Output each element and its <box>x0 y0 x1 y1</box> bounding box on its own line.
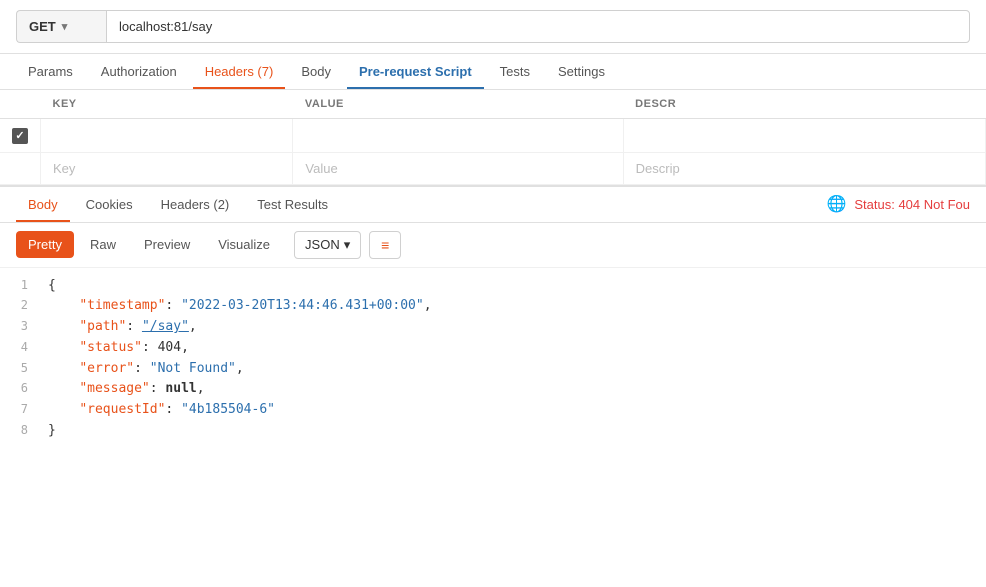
tab-params[interactable]: Params <box>16 54 85 89</box>
code-line-3: 3 "path": "/say", <box>0 317 986 338</box>
line-num-7: 7 <box>0 400 40 421</box>
checkbox-checked[interactable] <box>12 128 28 144</box>
tab-tests[interactable]: Tests <box>488 54 542 89</box>
line-content-7: "requestId": "4b185504-6" <box>40 400 986 421</box>
wrap-button[interactable]: ≡ <box>369 231 401 259</box>
table-row <box>0 119 986 153</box>
response-section: Body Cookies Headers (2) Test Results 🌐 … <box>0 185 986 450</box>
line-content-1: { <box>40 276 986 297</box>
status-badge: Status: 404 Not Fou <box>854 197 970 212</box>
method-chevron: ▾ <box>62 20 68 33</box>
response-tab-cookies[interactable]: Cookies <box>74 187 145 222</box>
tab-authorization[interactable]: Authorization <box>89 54 189 89</box>
value-placeholder: Value <box>305 161 337 176</box>
globe-icon: 🌐 <box>826 194 846 214</box>
code-area: 1 { 2 "timestamp": "2022-03-20T13:44:46.… <box>0 268 986 450</box>
method-label: GET <box>29 19 56 34</box>
code-line-1: 1 { <box>0 276 986 297</box>
code-line-4: 4 "status": 404, <box>0 338 986 359</box>
description-placeholder: Descrip <box>636 161 680 176</box>
col-descr: DESCR <box>623 90 985 119</box>
code-line-8: 8 } <box>0 421 986 442</box>
json-type-label: JSON <box>305 237 340 252</box>
line-content-6: "message": null, <box>40 379 986 400</box>
url-bar: GET ▾ <box>0 0 986 54</box>
tab-prerequest[interactable]: Pre-request Script <box>347 54 484 89</box>
col-key: KEY <box>41 90 293 119</box>
format-visualize[interactable]: Visualize <box>206 231 282 258</box>
response-tab-headers[interactable]: Headers (2) <box>149 187 242 222</box>
empty-row: Key Value Descrip <box>0 152 986 184</box>
description-cell[interactable] <box>623 119 985 153</box>
line-content-8: } <box>40 421 986 442</box>
checkbox-cell[interactable] <box>0 119 41 153</box>
line-content-4: "status": 404, <box>40 338 986 359</box>
line-num-5: 5 <box>0 359 40 380</box>
wrap-icon: ≡ <box>381 237 389 253</box>
code-line-6: 6 "message": null, <box>0 379 986 400</box>
code-line-5: 5 "error": "Not Found", <box>0 359 986 380</box>
line-content-2: "timestamp": "2022-03-20T13:44:46.431+00… <box>40 296 986 317</box>
code-line-2: 2 "timestamp": "2022-03-20T13:44:46.431+… <box>0 296 986 317</box>
col-value: VALUE <box>293 90 623 119</box>
line-content-5: "error": "Not Found", <box>40 359 986 380</box>
json-type-selector[interactable]: JSON ▾ <box>294 231 361 259</box>
response-tabs: Body Cookies Headers (2) Test Results 🌐 … <box>0 187 986 223</box>
request-tabs: Params Authorization Headers (7) Body Pr… <box>0 54 986 90</box>
format-preview[interactable]: Preview <box>132 231 202 258</box>
empty-value[interactable]: Value <box>293 152 623 184</box>
tab-settings[interactable]: Settings <box>546 54 617 89</box>
line-content-3: "path": "/say", <box>40 317 986 338</box>
key-cell[interactable] <box>41 119 293 153</box>
line-num-8: 8 <box>0 421 40 442</box>
col-check <box>0 90 41 119</box>
line-num-3: 3 <box>0 317 40 338</box>
headers-table-container: KEY VALUE DESCR Key Value <box>0 90 986 185</box>
line-num-6: 6 <box>0 379 40 400</box>
line-num-2: 2 <box>0 296 40 317</box>
key-placeholder: Key <box>53 161 75 176</box>
json-chevron: ▾ <box>344 237 351 253</box>
format-pretty[interactable]: Pretty <box>16 231 74 258</box>
method-selector[interactable]: GET ▾ <box>16 10 106 43</box>
line-num-1: 1 <box>0 276 40 297</box>
format-raw[interactable]: Raw <box>78 231 128 258</box>
status-badge-area: 🌐 Status: 404 Not Fou <box>826 194 970 214</box>
response-tab-body[interactable]: Body <box>16 187 70 222</box>
tab-headers[interactable]: Headers (7) <box>193 54 286 89</box>
response-tab-testresults[interactable]: Test Results <box>245 187 340 222</box>
url-input[interactable] <box>106 10 970 43</box>
response-toolbar: Pretty Raw Preview Visualize JSON ▾ ≡ <box>0 223 986 268</box>
code-line-7: 7 "requestId": "4b185504-6" <box>0 400 986 421</box>
tab-body[interactable]: Body <box>289 54 343 89</box>
line-num-4: 4 <box>0 338 40 359</box>
empty-description[interactable]: Descrip <box>623 152 985 184</box>
empty-key[interactable]: Key <box>41 152 293 184</box>
value-cell[interactable] <box>293 119 623 153</box>
empty-checkbox <box>0 152 41 184</box>
